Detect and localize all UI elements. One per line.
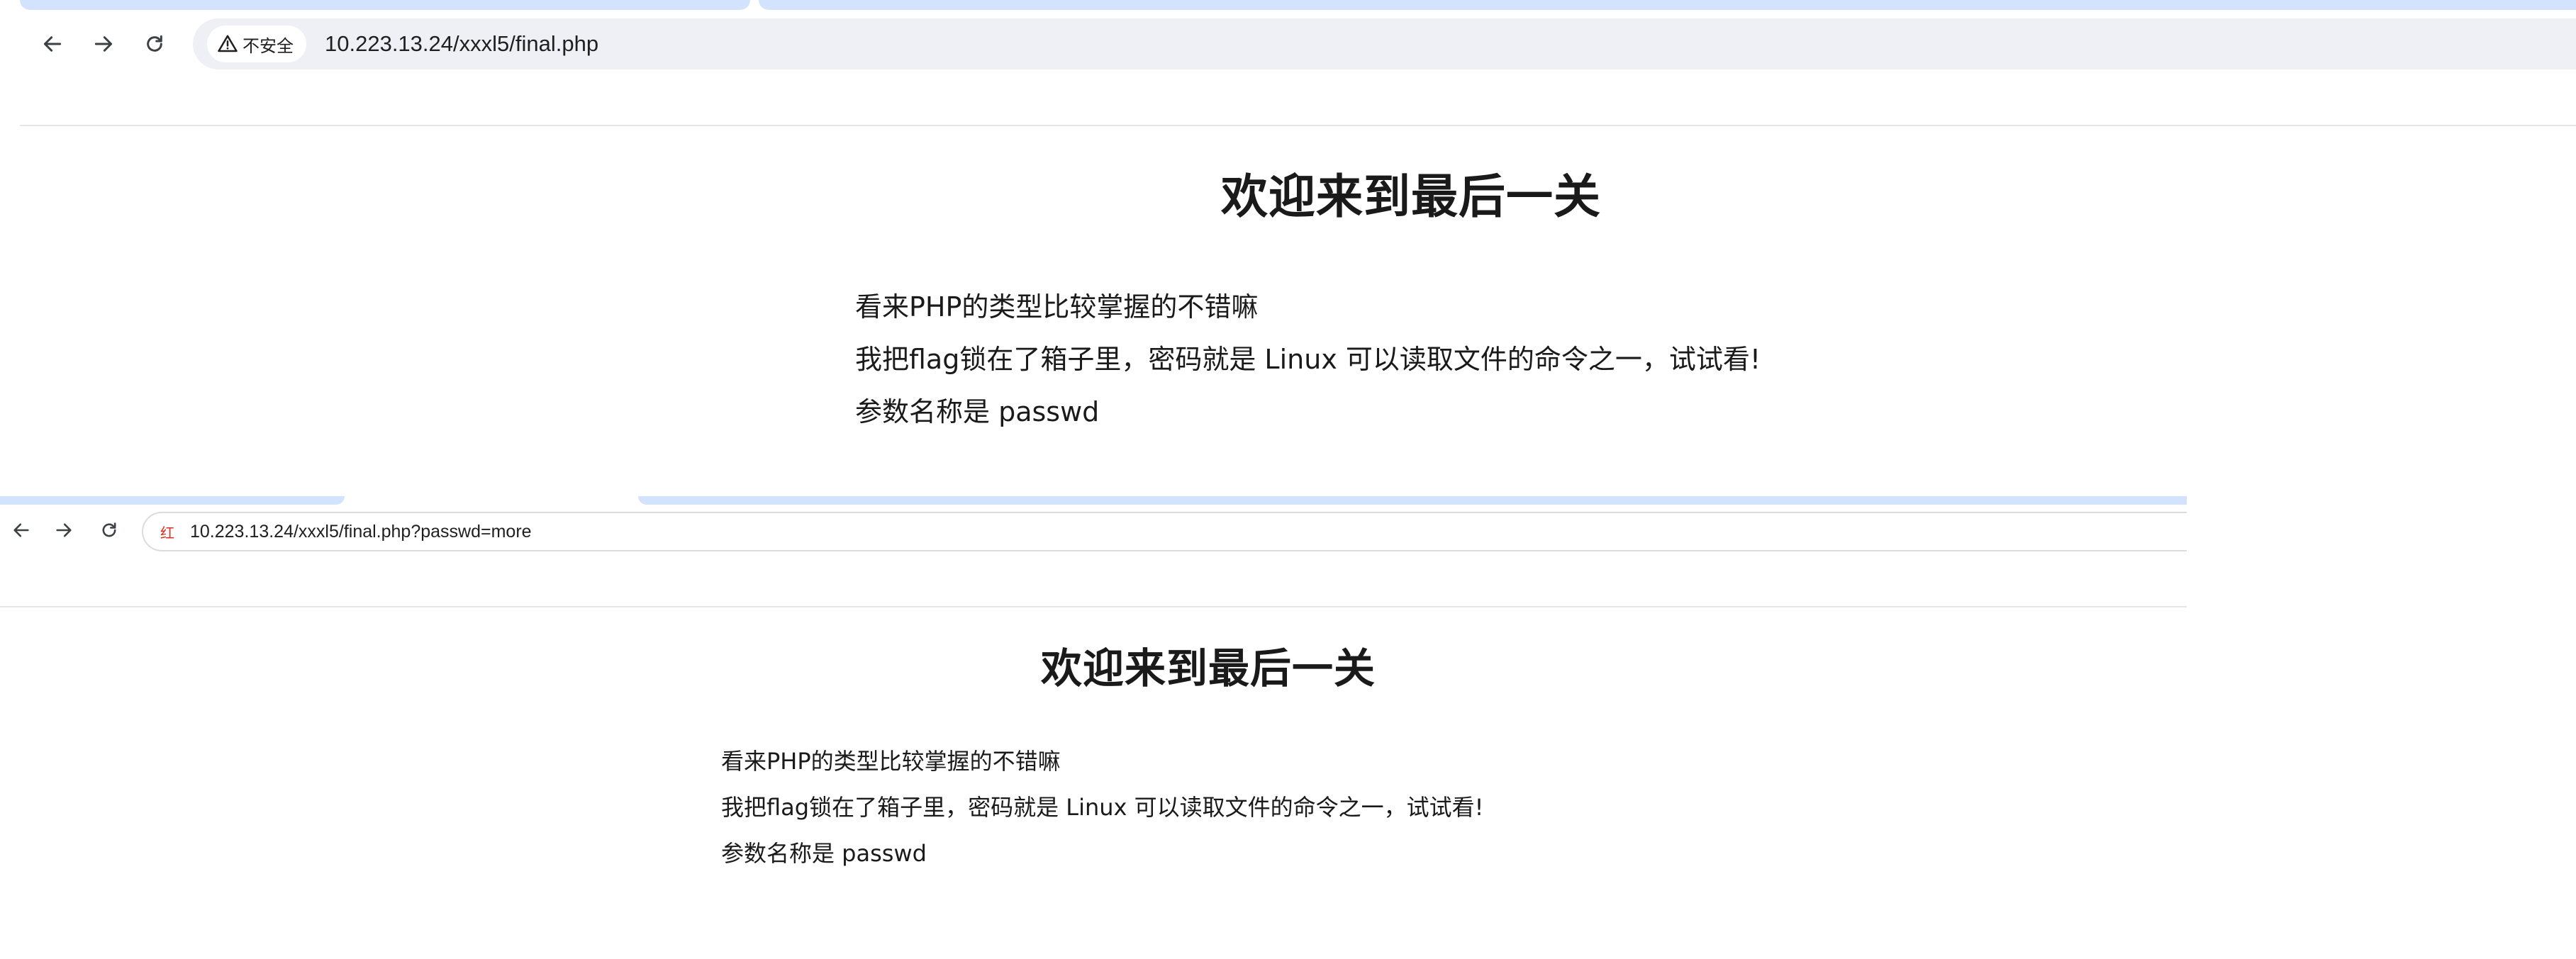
tab-inactive[interactable] — [0, 496, 345, 505]
browser-window-2: 红 10.223.13.24/xxxl5/final.php?passwd=mo… — [0, 496, 2187, 959]
body-line: 看来PHP的类型比较掌握的不错嘛 — [855, 291, 1259, 323]
url-text[interactable]: 10.223.13.24/xxxl5/final.php?passwd=more — [190, 522, 532, 542]
page-title: 欢迎来到最后一关 — [1221, 169, 1601, 224]
security-label: 红 — [160, 524, 174, 542]
back-button[interactable] — [33, 24, 72, 64]
url-text[interactable]: 10.223.13.24/xxxl5/final.php — [325, 31, 598, 57]
body-line: 参数名称是 passwd — [721, 840, 927, 867]
browser-toolbar: 不安全 10.223.13.24/xxxl5/final.php — [0, 10, 2576, 77]
tab-active[interactable] — [638, 496, 2187, 505]
page-body: 看来PHP的类型比较掌握的不错嘛 我把flag锁在了箱子里，密码就是 Linux… — [855, 281, 1761, 438]
back-arrow-icon — [43, 36, 62, 52]
address-bar[interactable]: 不安全 10.223.13.24/xxxl5/final.php — [193, 18, 2576, 69]
address-bar[interactable]: 红 10.223.13.24/xxxl5/final.php?passwd=mo… — [142, 512, 2187, 551]
reload-button[interactable] — [92, 513, 126, 547]
toolbar-divider — [0, 606, 2187, 607]
page-title: 欢迎来到最后一关 — [1040, 644, 1376, 692]
body-line: 我把flag锁在了箱子里，密码就是 Linux 可以读取文件的命令之一，试试看! — [721, 794, 1484, 821]
back-arrow-icon — [13, 523, 29, 537]
back-button[interactable] — [4, 513, 38, 547]
forward-button[interactable] — [84, 24, 123, 64]
body-line: 我把flag锁在了箱子里，密码就是 Linux 可以读取文件的命令之一，试试看! — [855, 344, 1761, 375]
body-line: 看来PHP的类型比较掌握的不错嘛 — [721, 748, 1061, 775]
site-info-chip[interactable]: 不安全 — [207, 26, 306, 62]
toolbar-divider — [20, 125, 2576, 126]
warning-triangle-icon — [218, 35, 238, 52]
body-line: 参数名称是 passwd — [855, 396, 1100, 427]
forward-button[interactable] — [47, 513, 81, 547]
forward-arrow-icon — [94, 36, 113, 52]
security-label: 不安全 — [242, 35, 294, 56]
tab-strip — [0, 0, 2576, 10]
forward-arrow-icon — [56, 523, 72, 537]
tab-strip — [0, 496, 2187, 506]
tab-active[interactable] — [759, 0, 2576, 10]
browser-window-1: 不安全 10.223.13.24/xxxl5/final.php 欢迎来到最后一… — [0, 0, 2576, 496]
page-body: 看来PHP的类型比较掌握的不错嘛 我把flag锁在了箱子里，密码就是 Linux… — [721, 739, 1483, 877]
reload-icon — [147, 35, 162, 52]
reload-button[interactable] — [135, 24, 174, 64]
screenshot-canvas: 不安全 10.223.13.24/xxxl5/final.php 欢迎来到最后一… — [0, 0, 2576, 959]
site-info-chip[interactable]: 红 — [155, 517, 180, 546]
reload-icon — [102, 522, 116, 537]
tab-inactive[interactable] — [20, 0, 750, 10]
